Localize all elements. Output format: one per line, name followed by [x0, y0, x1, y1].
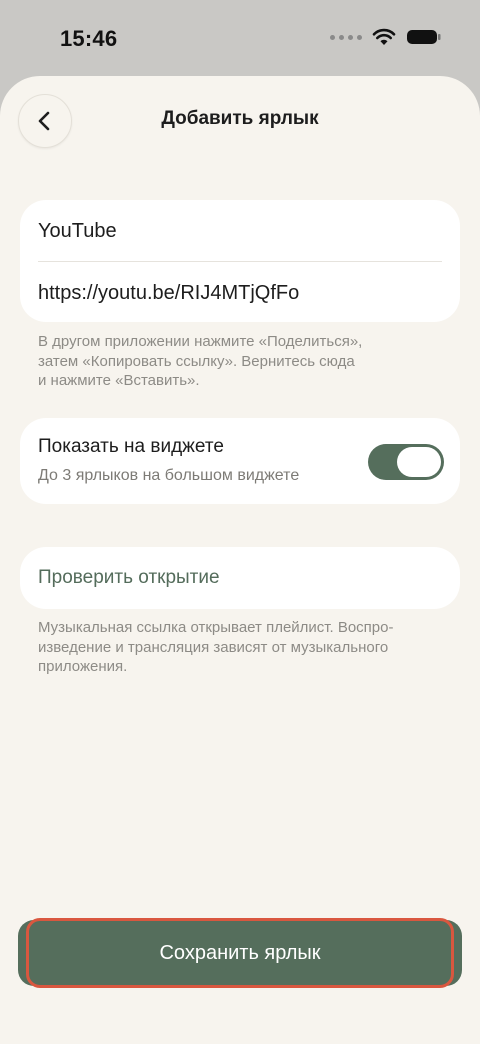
- music-hint-line: приложения.: [38, 658, 128, 675]
- shortcut-name-field[interactable]: YouTube: [38, 220, 117, 243]
- music-hint: Музыкальная ссылка открывает плейлист. В…: [38, 618, 438, 677]
- check-open-label: Проверить открытие: [38, 567, 220, 588]
- toggle-knob: [397, 447, 441, 477]
- shortcut-card: YouTube https://youtu.be/RIJ4MTjQfFo: [20, 200, 460, 322]
- widget-setting-card: Показать на виджете До 3 ярлыков на боль…: [20, 418, 460, 504]
- divider: [38, 261, 442, 262]
- music-hint-line: Музыкальная ссылка открывает плейлист. В…: [38, 619, 394, 636]
- add-shortcut-sheet: Добавить ярлык YouTube https://youtu.be/…: [0, 76, 480, 1044]
- music-hint-line: изведение и трансляция зависят от музыка…: [38, 638, 389, 656]
- wifi-icon: [372, 28, 396, 45]
- paste-hint-line: и нажмите «Вставить».: [38, 372, 200, 389]
- status-bar: 15:46: [0, 0, 480, 76]
- status-time: 15:46: [60, 26, 118, 51]
- paste-hint: В другом приложении нажмите «Поделиться»…: [38, 332, 438, 391]
- paste-hint-line: затем «Копировать ссылку». Вернитесь сюд…: [38, 352, 355, 370]
- paste-hint-line: В другом приложении нажмите «Поделиться»…: [38, 333, 363, 350]
- battery-icon: [407, 30, 441, 44]
- save-shortcut-label: Сохранить ярлык: [159, 941, 321, 964]
- show-on-widget-toggle[interactable]: [368, 444, 444, 480]
- signal-dots-icon: [330, 34, 362, 40]
- widget-setting-subtitle: До 3 ярлыков на большом виджете: [38, 467, 300, 484]
- status-icons: [330, 28, 442, 46]
- save-shortcut-button[interactable]: Сохранить ярлык: [26, 918, 454, 988]
- shortcut-url-field[interactable]: https://youtu.be/RIJ4MTjQfFo: [38, 282, 299, 305]
- widget-setting-title: Показать на виджете: [38, 436, 224, 457]
- page-title: Добавить ярлык: [161, 108, 319, 129]
- check-open-button[interactable]: Проверить открытие: [20, 547, 460, 609]
